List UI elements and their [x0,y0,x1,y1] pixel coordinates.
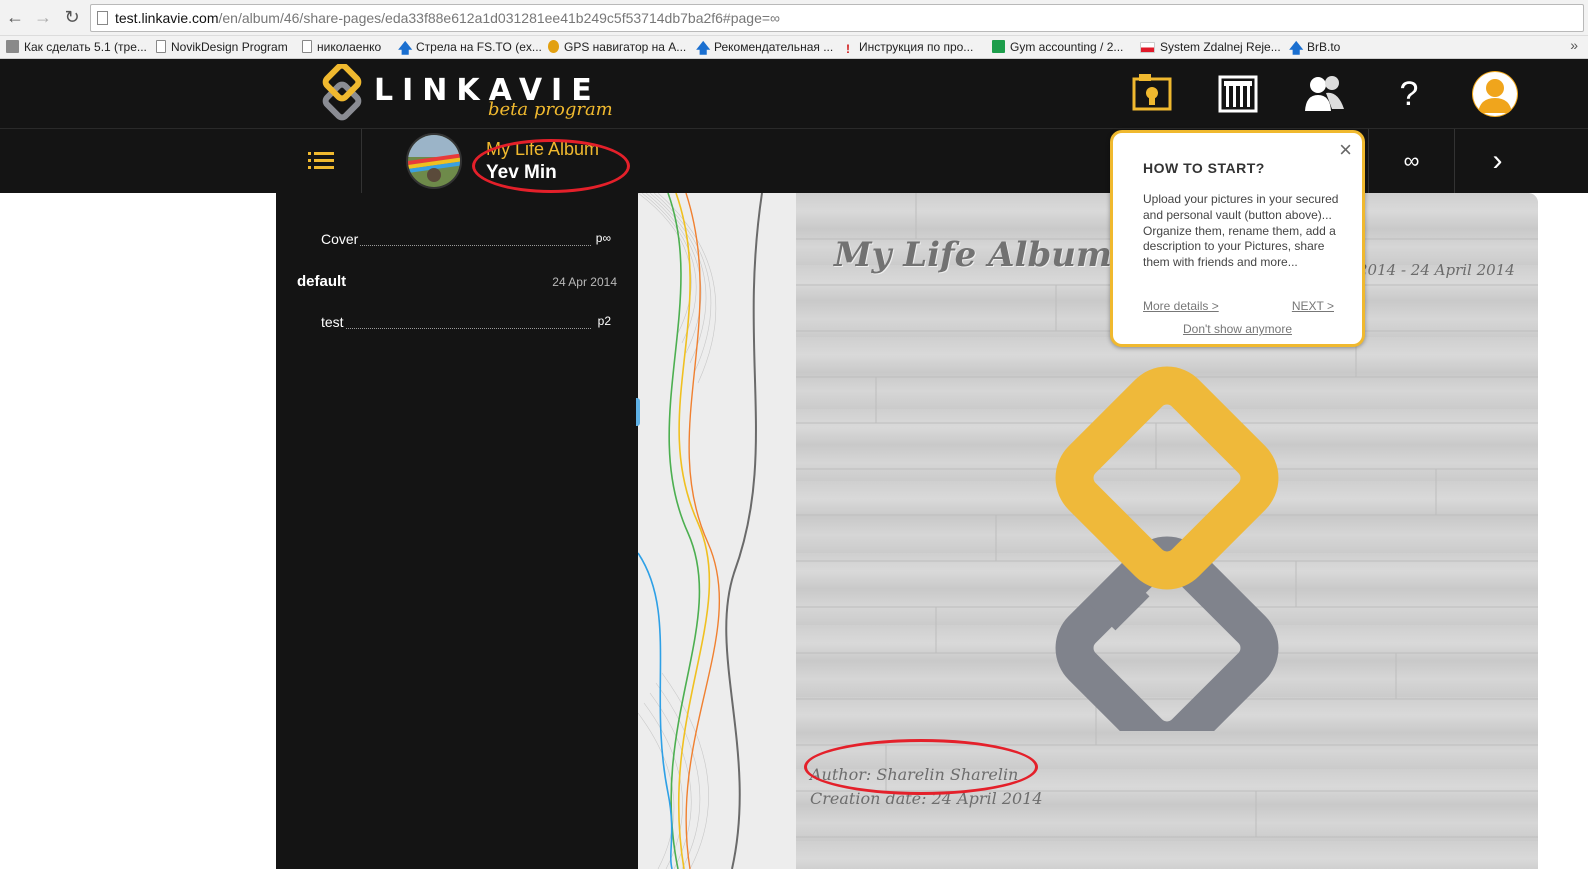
logo-mark-icon [322,64,362,121]
help-icon[interactable]: ? [1386,71,1432,117]
app-icon [6,40,19,53]
url-text: test.linkavie.com/en/album/46/share-page… [115,10,781,26]
close-icon[interactable]: × [1339,139,1352,161]
more-details-link[interactable]: More details > [1143,299,1219,313]
bookmark-item[interactable]: GPS навигатор на А... [548,39,686,56]
annotation-ellipse [472,139,630,193]
sidebar-toggle-handle[interactable] [636,398,640,426]
toc-section-default[interactable]: default 24 Apr 2014 [297,273,617,293]
address-bar[interactable]: test.linkavie.com/en/album/46/share-page… [90,4,1584,32]
bookmark-item[interactable]: 🡅 Рекомендательная ... [696,39,833,56]
popup-body: Upload your pictures in your secured and… [1143,192,1339,270]
page-icon [302,40,312,53]
toc-item-page: p∞ [595,231,611,245]
arrow-left-icon[interactable]: ← [4,6,26,28]
album-thumbnail[interactable] [406,133,462,189]
arrow-right-icon[interactable]: → [32,6,54,28]
bookmark-item[interactable]: NovikDesign Program [156,39,288,56]
bookmark-item[interactable]: 🡅 Стрела на FS.TO (ex... [398,39,542,56]
bookmark-item[interactable]: 🡅 BrB.to [1289,39,1340,56]
page-icon [97,11,108,25]
menu-button[interactable] [276,129,362,193]
section-date: 24 Apr 2014 [552,275,617,289]
album-grid-icon[interactable] [1216,71,1262,117]
bookmarks-bar: Как сделать 5.1 (тре... NovikDesign Prog… [0,36,1588,59]
popup-heading: HOW TO START? [1143,160,1265,176]
flag-icon [1140,42,1155,53]
dotted-leader [321,245,591,246]
runner-icon [548,40,559,53]
next-page-button[interactable]: › [1454,129,1540,193]
bookmark-item[interactable]: николаенко [302,39,381,56]
menu-icon [308,152,334,169]
cover-dates: 2014 - 24 April 2014 [1358,261,1515,279]
spreadsheet-icon [992,40,1005,53]
bookmark-item[interactable]: Как сделать 5.1 (тре... [6,39,147,56]
bookmark-item[interactable]: System Zdalnej Reje... [1140,39,1281,56]
logo-subtitle: beta program [488,99,613,120]
how-to-start-popup: × HOW TO START? Upload your pictures in … [1110,130,1365,347]
vault-icon[interactable] [1130,71,1176,117]
arrow-up-icon: 🡅 [696,40,711,56]
cover-title: My Life Album [834,235,1112,275]
toc-item-label: test [321,314,346,330]
arrow-up-icon: 🡅 [1289,40,1304,56]
page-icon [156,40,166,53]
table-of-contents: Cover p∞ default 24 Apr 2014 test p2 [276,193,638,869]
album-cover-page: My Life Album 2014 - 24 April 2014 Autho… [638,193,1538,869]
cover-wave-strip [638,193,796,869]
section-name: default [297,273,347,290]
site-header: LINKAVIE beta program ? [0,59,1588,129]
reload-icon[interactable]: ↻ [61,6,83,28]
page-indicator[interactable]: ∞ [1368,129,1454,193]
bookmark-item[interactable]: ! Инструкция по про... [846,39,973,56]
arrow-up-icon: 🡅 [398,40,413,56]
next-link[interactable]: NEXT > [1292,299,1334,313]
bookmark-item[interactable]: Gym accounting / 2... [992,39,1123,56]
annotation-ellipse [804,739,1038,795]
toc-item-cover[interactable]: Cover p∞ [321,231,611,251]
bookmarks-overflow-icon[interactable]: » [1570,37,1578,53]
linkavie-logo[interactable]: LINKAVIE beta program [320,61,613,127]
toc-item-page: p2 [597,314,611,328]
profile-icon[interactable] [1472,71,1518,117]
dont-show-anymore-link[interactable]: Don't show anymore [1113,322,1362,336]
friends-icon[interactable] [1302,71,1348,117]
dotted-leader [321,328,591,329]
toc-item-test[interactable]: test p2 [321,314,611,334]
toc-item-label: Cover [321,231,361,247]
exclamation-icon: ! [846,42,850,56]
linkavie-cover-logo-icon [1055,366,1279,731]
browser-toolbar: ← → ↻ test.linkavie.com/en/album/46/shar… [0,0,1588,36]
